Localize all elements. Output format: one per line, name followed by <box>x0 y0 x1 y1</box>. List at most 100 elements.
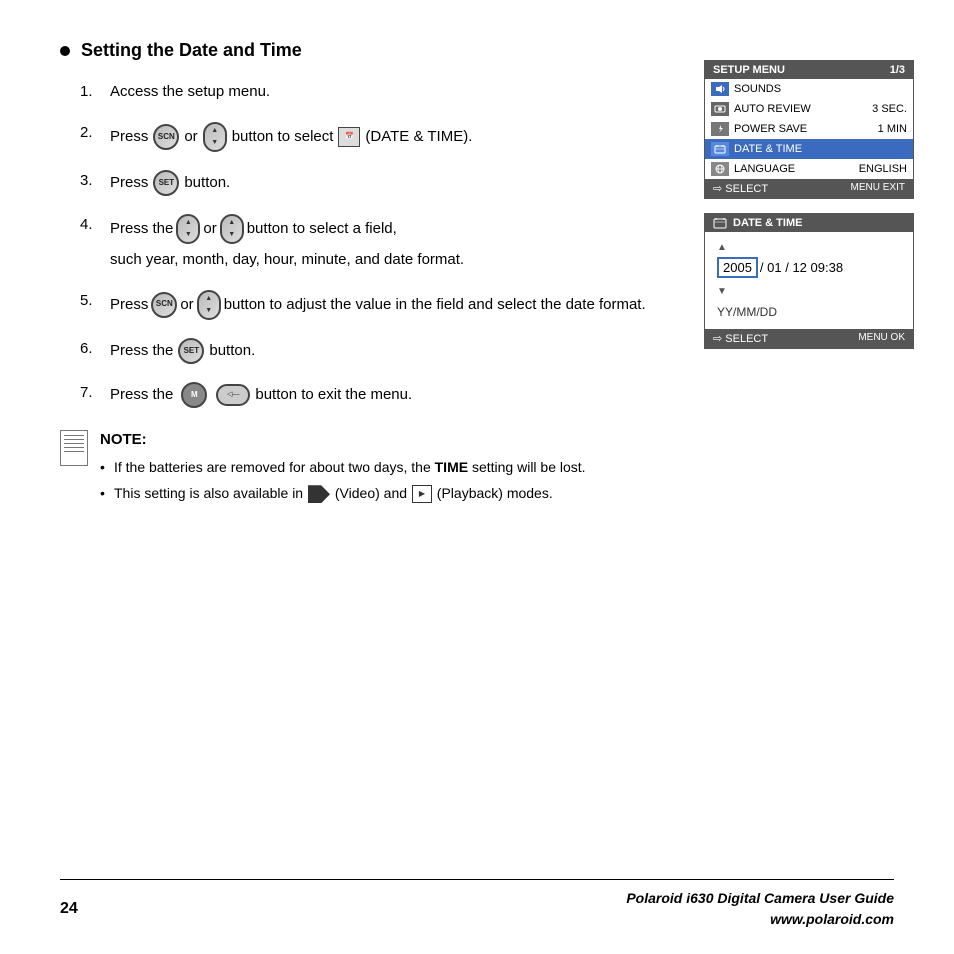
scroll-up-icon <box>176 214 200 244</box>
step-6-num: 6. <box>80 338 110 361</box>
autoreview-label: AUTO REVIEW <box>734 103 872 115</box>
language-label: LANGUAGE <box>734 163 859 175</box>
note-title: NOTE: <box>100 431 147 448</box>
dt-up-arrow: ▲ <box>717 242 727 253</box>
step-3-pre: Press <box>110 170 148 196</box>
dt-footer-ok: MENU OK <box>858 332 905 345</box>
note-content: NOTE: If the batteries are removed for a… <box>100 428 894 509</box>
step-5-content: Press SCN or button to adjust the value … <box>110 290 646 320</box>
datetime-panel-header: DATE & TIME <box>705 214 913 232</box>
step-2-pre: Press <box>110 124 148 150</box>
dt-rest: / 01 / 12 09:38 <box>760 260 843 275</box>
step-4-num: 4. <box>80 214 110 237</box>
dt-arrows-row: ▲ <box>717 242 901 253</box>
step-2-content: Press SCN or button to select 📅 (DATE & … <box>110 122 472 152</box>
step-4-content: Press the or button to select a field, s… <box>110 214 464 272</box>
datetime-panel-title: DATE & TIME <box>733 217 802 229</box>
page-footer: 24 Polaroid i630 Digital Camera User Gui… <box>60 879 894 930</box>
step-2-post: button to select <box>232 124 334 150</box>
dt-year: 2005 <box>717 257 758 278</box>
step-4-extra: such year, month, day, hour, minute, and… <box>110 248 464 272</box>
dt-time-row: 2005 / 01 / 12 09:38 <box>717 257 901 278</box>
step-2-num: 2. <box>80 122 110 145</box>
setup-menu-header: SETUP MENU 1/3 <box>705 61 913 79</box>
language-value: ENGLISH <box>859 163 907 175</box>
menu-m-icon: M <box>181 382 207 408</box>
datetime-label: DATE & TIME <box>734 143 907 155</box>
back-button-icon: ◁— <box>216 384 250 406</box>
menu-row-sounds: SOUNDS <box>705 79 913 99</box>
menu-row-autoreview: AUTO REVIEW 3 SEC. <box>705 99 913 119</box>
set-button-2-icon: SET <box>178 338 204 364</box>
step-4-pre: Press the <box>110 217 173 241</box>
step-6-post: button. <box>209 338 255 364</box>
step-7-pre: Press the <box>110 382 173 408</box>
set-button-icon: SET <box>153 170 179 196</box>
footer-title: Polaroid i630 Digital Camera User Guide … <box>626 888 894 930</box>
step-7: 7. Press the M ◁— button to exit the men… <box>80 382 894 408</box>
menu-row-language: LANGUAGE ENGLISH <box>705 159 913 179</box>
step-2-end: (DATE & TIME). <box>365 124 472 150</box>
step-7-post: button to exit the menu. <box>255 382 412 408</box>
language-icon <box>711 162 729 176</box>
step-7-num: 7. <box>80 382 110 405</box>
note-bullet-1-text: If the batteries are removed for about t… <box>114 459 586 475</box>
datetime-panel: DATE & TIME ▲ 2005 / 01 / 12 09:38 ▼ YY/… <box>704 213 914 349</box>
ui-panels: SETUP MENU 1/3 SOUNDS AUTO REVIEW 3 SEC.… <box>704 60 914 349</box>
note-bullet-2-text: This setting is also available in (Video… <box>114 485 553 501</box>
scroll-button-icon <box>203 122 227 152</box>
step-7-content: Press the M ◁— button to exit the menu. <box>110 382 412 408</box>
page-number: 24 <box>60 900 78 918</box>
setup-menu-page: 1/3 <box>890 64 905 76</box>
datetime-body: ▲ 2005 / 01 / 12 09:38 ▼ YY/MM/DD <box>705 232 913 329</box>
section-title: Setting the Date and Time <box>60 40 894 61</box>
powersave-value: 1 MIN <box>878 123 907 135</box>
step-6-pre: Press the <box>110 338 173 364</box>
page-title: Setting the Date and Time <box>81 40 302 60</box>
menu-footer-exit: MENU EXIT <box>851 182 905 195</box>
sounds-label: SOUNDS <box>734 83 907 95</box>
menu-footer: ⇨ SELECT MENU EXIT <box>705 179 913 198</box>
step-6-content: Press the SET button. <box>110 338 255 364</box>
bullet-icon <box>60 46 70 56</box>
datetime-icon <box>711 142 729 156</box>
menu-row-powersave: POWER SAVE 1 MIN <box>705 119 913 139</box>
date-select-icon: 📅 <box>338 127 360 147</box>
dt-header-icon <box>713 217 727 229</box>
scn-button-icon: SCN <box>153 124 179 150</box>
step-4-icons: Press the or button to select a field, <box>110 214 464 244</box>
note-bullets: If the batteries are removed for about t… <box>100 456 894 505</box>
step-5-or: or <box>180 293 193 317</box>
dt-format: YY/MM/DD <box>717 305 901 319</box>
scroll-down-icon <box>220 214 244 244</box>
sounds-icon <box>711 82 729 96</box>
video-mode-icon <box>308 485 330 503</box>
powersave-label: POWER SAVE <box>734 123 878 135</box>
step-3-num: 3. <box>80 170 110 193</box>
powersave-icon <box>711 122 729 136</box>
scroll-3-icon <box>197 290 221 320</box>
step-2-or: or <box>184 124 197 150</box>
footer-title-line2: www.polaroid.com <box>626 909 894 930</box>
datetime-footer: ⇨ SELECT MENU OK <box>705 329 913 348</box>
step-3-post: button. <box>184 170 230 196</box>
note-bullet-2: This setting is also available in (Video… <box>100 482 894 504</box>
step-5-icons: Press SCN or button to adjust the value … <box>110 290 646 320</box>
step-1-num: 1. <box>80 81 110 104</box>
footer-title-line1: Polaroid i630 Digital Camera User Guide <box>626 888 894 909</box>
dt-footer-select: ⇨ SELECT <box>713 332 768 345</box>
step-5-pre: Press <box>110 293 148 317</box>
step-3-content: Press SET button. <box>110 170 230 196</box>
autoreview-value: 3 SEC. <box>872 103 907 115</box>
dt-down-arrow-row: ▼ <box>717 286 901 297</box>
menu-footer-select: ⇨ SELECT <box>713 182 768 195</box>
step-4-post: button to select a field, <box>247 217 397 241</box>
step-5-post: button to adjust the value in the field … <box>224 293 646 317</box>
step-5-num: 5. <box>80 290 110 313</box>
setup-menu-panel: SETUP MENU 1/3 SOUNDS AUTO REVIEW 3 SEC.… <box>704 60 914 199</box>
dt-down-arrow: ▼ <box>717 286 727 297</box>
setup-menu-title: SETUP MENU <box>713 64 785 76</box>
scn-button-2-icon: SCN <box>151 292 177 318</box>
playback-mode-icon: ▶ <box>412 485 432 503</box>
note-icon <box>60 430 88 466</box>
